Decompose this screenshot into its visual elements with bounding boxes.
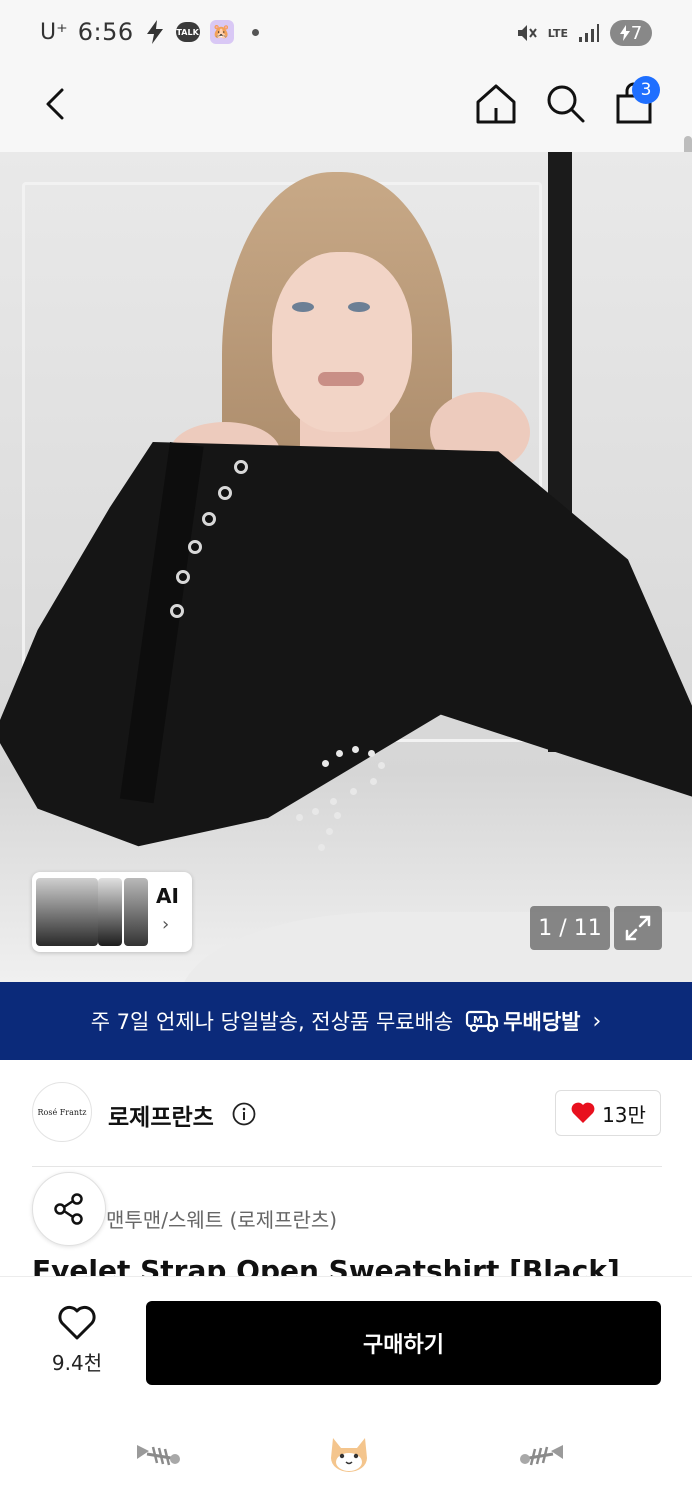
expand-icon [625,915,651,941]
bottom-nav [0,1406,692,1500]
model-lips [318,372,364,386]
eyelet [218,486,232,500]
fish-bone-right-button[interactable] [518,1432,568,1476]
banner-text: 주 7일 언제나 당일발송, 전상품 무료배송 [90,1010,454,1034]
chevron-right-icon: › [162,914,170,935]
model-eye [348,302,370,312]
battery-bolt-icon [619,25,630,41]
lookbook-thumbnail [36,878,98,946]
pearl-detail [312,808,319,815]
product-category[interactable]: 맨투맨/스웨트 (로제프란츠) [106,1204,337,1233]
product-title: Eyelet Strap Open Sweatshirt [Black] [32,1254,620,1278]
carrier-label: U⁺ [40,19,68,45]
cat-button[interactable] [324,1432,374,1476]
app-header: 3 [0,66,692,196]
brand-logo[interactable]: Rosé Frantz [32,1082,92,1142]
pearl-detail [370,778,377,785]
lookbook-thumbnail [124,878,148,946]
model-face [272,252,412,432]
wishlist-count: 9.4천 [51,1351,103,1375]
info-icon[interactable] [232,1102,256,1126]
eyelet [188,540,202,554]
eyelet [234,460,248,474]
brand-name[interactable]: 로제프란츠 [108,1098,214,1132]
pearl-detail [350,788,357,795]
lookbook-thumbnail [98,878,122,946]
fish-bone-icon [137,1445,180,1466]
heart-filled-icon [571,1102,595,1123]
back-icon[interactable] [36,84,76,124]
pearl-detail [336,750,343,757]
eyelet [170,604,184,618]
purchase-action-bar: 9.4천 구매하기 [0,1276,692,1406]
share-button[interactable] [32,1172,106,1246]
search-icon[interactable] [544,82,586,124]
pearl-detail [318,844,325,851]
free-delivery-badge: M 무배당발 [465,1006,581,1036]
ai-lookbook-button[interactable]: AI › [32,872,192,952]
battery-level: 7 [630,22,643,44]
fish-bone-left-button[interactable] [132,1432,182,1476]
battery-icon: 7 [610,20,652,46]
free-delivery-label: 무배당발 [503,1010,581,1034]
pearl-detail [326,828,333,835]
kakaotalk-icon: TALK [175,22,200,42]
product-image-gallery[interactable]: AI › 1 / 11 [0,152,692,982]
network-type: LTE [547,26,568,40]
shipping-banner[interactable]: 주 7일 언제나 당일발송, 전상품 무료배송 M 무배당발 › [0,982,692,1060]
pearl-detail [330,798,337,805]
notification-app-icon: 🐹 [209,20,234,44]
cat-face-icon [331,1438,367,1472]
signal-icon [579,24,599,42]
buy-button[interactable]: 구매하기 [146,1301,661,1385]
pearl-detail [296,814,303,821]
brand-like-count: 13만 [602,1102,646,1127]
svg-text:M: M [473,1015,483,1026]
charging-bolt-icon [146,20,163,44]
pearl-detail [378,762,385,769]
wishlist-button[interactable]: 9.4천 [40,1305,114,1385]
expand-button[interactable] [614,906,662,950]
product-info-section: Rosé Frantz 로제프란츠 13만 맨투맨/스웨트 (로제프란츠) Ey… [0,1060,692,1278]
share-icon [54,1193,83,1225]
heart-outline-icon [58,1305,96,1340]
brand-logo-text: Rosé Frantz [37,1107,87,1117]
eyelet [176,570,190,584]
status-time: 6:56 [77,18,134,46]
home-icon[interactable] [474,82,518,126]
pearl-detail [352,746,359,753]
brand-like-button[interactable]: 13만 [555,1090,661,1136]
ai-label: AI [156,884,179,908]
divider [32,1166,662,1167]
eyelet [202,512,216,526]
pearl-detail [368,750,375,757]
status-bar: U⁺ 6:56 TALK 🐹 LTE 7 [0,0,692,66]
delivery-truck-icon: M [466,1010,499,1032]
fish-bone-icon [520,1445,563,1466]
cart-count-badge: 3 [632,76,660,104]
mute-icon [517,25,537,41]
pearl-detail [322,760,329,767]
model-eye [292,302,314,312]
image-counter: 1 / 11 [530,906,610,950]
pearl-detail [334,812,341,819]
more-notifications-dot [251,28,259,36]
chevron-right-icon: › [592,1008,602,1034]
